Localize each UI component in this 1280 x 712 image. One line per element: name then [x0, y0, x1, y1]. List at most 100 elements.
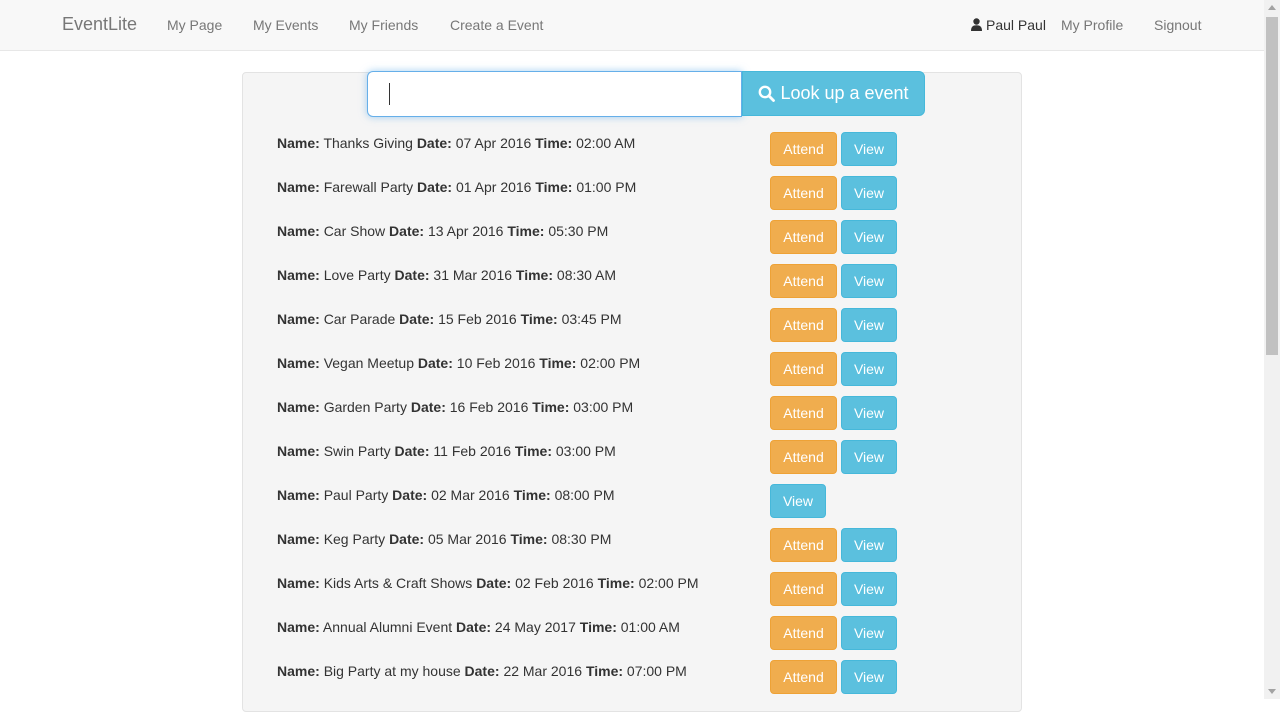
view-button[interactable]: View [841, 352, 897, 386]
nav-user-name[interactable]: Paul Paul [986, 17, 1046, 33]
event-date: 15 Feb 2016 [438, 311, 517, 327]
date-label: Date: [389, 531, 425, 547]
event-date: 10 Feb 2016 [456, 355, 536, 371]
event-time: 03:00 PM [573, 399, 634, 415]
event-details: Name: Car Parade Date: 15 Feb 2016 Time:… [277, 311, 622, 327]
attend-button[interactable]: Attend [770, 440, 837, 474]
attend-button[interactable]: Attend [770, 176, 837, 210]
event-name: Thanks Giving [323, 135, 413, 151]
event-row: Name: Kids Arts & Craft Shows Date: 02 F… [0, 572, 1264, 616]
event-row: Name: Paul Party Date: 02 Mar 2016 Time:… [0, 484, 1264, 528]
event-row: Name: Farewall Party Date: 01 Apr 2016 T… [0, 176, 1264, 220]
event-time: 08:30 PM [551, 531, 612, 547]
attend-button[interactable]: Attend [770, 660, 837, 694]
attend-button[interactable]: Attend [770, 308, 837, 342]
nav-my-friends[interactable]: My Friends [349, 17, 418, 33]
event-date: 11 Feb 2016 [433, 443, 511, 459]
text-caret [389, 83, 390, 105]
name-label: Name: [277, 179, 320, 195]
view-button[interactable]: View [841, 660, 897, 694]
name-label: Name: [277, 663, 320, 679]
scroll-down-arrow-icon[interactable] [1268, 689, 1276, 694]
view-button[interactable]: View [841, 396, 897, 430]
time-label: Time: [515, 267, 554, 283]
event-date: 24 May 2017 [494, 619, 576, 635]
date-label: Date: [476, 575, 512, 591]
event-date: 22 Mar 2016 [503, 663, 583, 679]
nav-signout[interactable]: Signout [1154, 17, 1201, 33]
event-date: 05 Mar 2016 [427, 531, 507, 547]
search-input[interactable] [367, 71, 742, 117]
date-label: Date: [392, 487, 428, 503]
event-details: Name: Big Party at my house Date: 22 Mar… [277, 663, 687, 679]
view-button[interactable]: View [841, 616, 897, 650]
event-date: 31 Mar 2016 [433, 267, 513, 283]
nav-my-events[interactable]: My Events [253, 17, 318, 33]
attend-button[interactable]: Attend [770, 264, 837, 298]
date-label: Date: [399, 311, 435, 327]
event-details: Name: Car Show Date: 13 Apr 2016 Time: 0… [277, 223, 608, 239]
time-label: Time: [514, 443, 552, 459]
event-details: Name: Keg Party Date: 05 Mar 2016 Time: … [277, 531, 611, 547]
time-label: Time: [510, 531, 548, 547]
event-date: 02 Feb 2016 [515, 575, 594, 591]
event-details: Name: Paul Party Date: 02 Mar 2016 Time:… [277, 487, 615, 503]
event-time: 02:00 PM [638, 575, 699, 591]
attend-button[interactable]: Attend [770, 132, 837, 166]
attend-button[interactable]: Attend [770, 352, 837, 386]
attend-button[interactable]: Attend [770, 616, 837, 650]
view-button[interactable]: View [841, 220, 897, 254]
event-time: 07:00 PM [626, 663, 687, 679]
event-time: 01:00 AM [620, 619, 680, 635]
view-button[interactable]: View [841, 264, 897, 298]
view-button[interactable]: View [841, 528, 897, 562]
search-button[interactable]: Look up a event [742, 71, 925, 116]
event-row: Name: Love Party Date: 31 Mar 2016 Time:… [0, 264, 1264, 308]
name-label: Name: [277, 443, 320, 459]
view-button[interactable]: View [841, 176, 897, 210]
attend-button[interactable]: Attend [770, 528, 837, 562]
event-row: Name: Car Parade Date: 15 Feb 2016 Time:… [0, 308, 1264, 352]
nav-my-page[interactable]: My Page [167, 17, 222, 33]
event-details: Name: Vegan Meetup Date: 10 Feb 2016 Tim… [277, 355, 640, 371]
date-label: Date: [456, 619, 492, 635]
brand-link[interactable]: EventLite [62, 14, 137, 35]
date-label: Date: [394, 443, 430, 459]
date-label: Date: [410, 399, 446, 415]
event-row: Name: Car Show Date: 13 Apr 2016 Time: 0… [0, 220, 1264, 264]
search-icon [759, 85, 776, 102]
scroll-up-arrow-icon[interactable] [1268, 5, 1276, 10]
page-scrollbar[interactable] [1264, 0, 1280, 699]
event-time: 03:45 PM [561, 311, 622, 327]
event-name: Keg Party [323, 531, 386, 547]
view-button[interactable]: View [841, 572, 897, 606]
event-date: 02 Mar 2016 [431, 487, 510, 503]
view-button[interactable]: View [841, 132, 897, 166]
nav-create-event[interactable]: Create a Event [450, 17, 543, 33]
time-label: Time: [507, 223, 545, 239]
event-row: Name: Thanks Giving Date: 07 Apr 2016 Ti… [0, 132, 1264, 176]
event-name: Paul Party [323, 487, 389, 503]
date-label: Date: [464, 663, 500, 679]
scroll-thumb[interactable] [1266, 17, 1278, 355]
event-name: Car Parade [323, 311, 396, 327]
view-button[interactable]: View [841, 308, 897, 342]
event-row: Name: Vegan Meetup Date: 10 Feb 2016 Tim… [0, 352, 1264, 396]
view-button[interactable]: View [841, 440, 897, 474]
search-button-label: Look up a event [780, 83, 909, 103]
nav-my-profile[interactable]: My Profile [1061, 17, 1123, 33]
view-button[interactable]: View [770, 484, 826, 518]
event-name: Farewall Party [323, 179, 414, 195]
event-name: Vegan Meetup [323, 355, 414, 371]
event-name: Annual Alumni Event [322, 619, 453, 635]
attend-button[interactable]: Attend [770, 220, 837, 254]
time-label: Time: [532, 399, 570, 415]
event-date: 07 Apr 2016 [455, 135, 532, 151]
attend-button[interactable]: Attend [770, 572, 837, 606]
time-label: Time: [535, 135, 573, 151]
event-time: 05:30 PM [548, 223, 609, 239]
time-label: Time: [597, 575, 635, 591]
time-label: Time: [539, 355, 577, 371]
attend-button[interactable]: Attend [770, 396, 837, 430]
date-label: Date: [389, 223, 425, 239]
